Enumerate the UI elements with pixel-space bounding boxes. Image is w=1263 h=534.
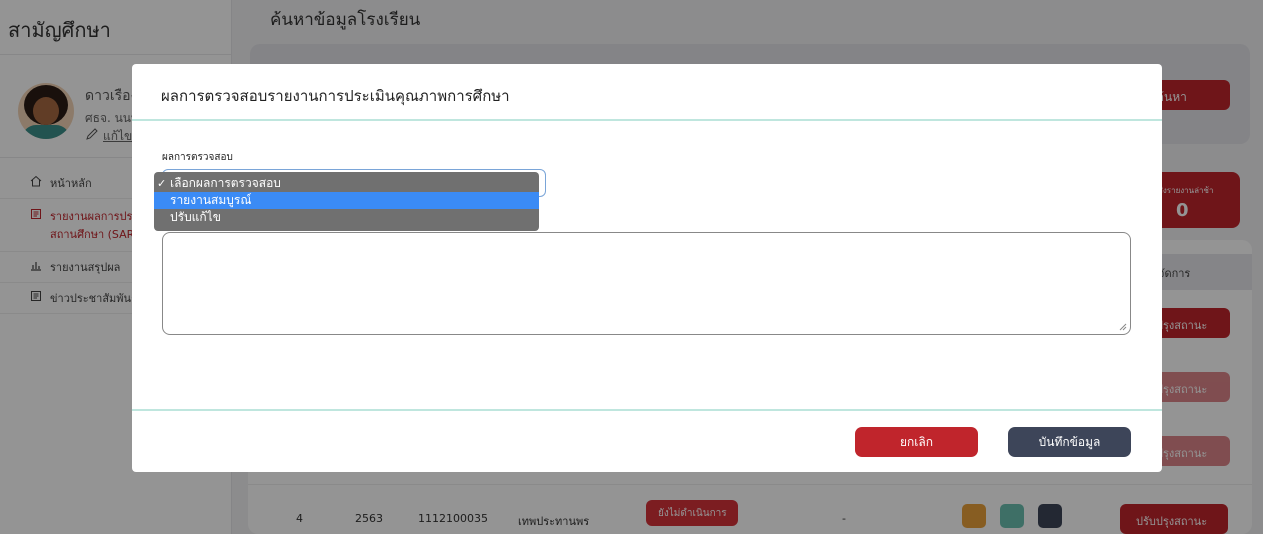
review-result-modal: ผลการตรวจสอบรายงานการประเมินคุณภาพการศึก… — [132, 64, 1162, 472]
option-label: ปรับแก้ไข — [170, 210, 221, 224]
resize-grip-icon[interactable] — [1119, 323, 1127, 331]
modal-header: ผลการตรวจสอบรายงานการประเมินคุณภาพการศึก… — [132, 64, 1162, 121]
option-label: รายงานสมบูรณ์ — [170, 193, 252, 207]
review-result-label: ผลการตรวจสอบ — [162, 152, 233, 163]
option-revise[interactable]: ปรับแก้ไข — [154, 209, 539, 226]
option-complete-report[interactable]: รายงานสมบูรณ์ — [154, 192, 539, 209]
modal-title: ผลการตรวจสอบรายงานการประเมินคุณภาพการศึก… — [161, 87, 510, 105]
modal-footer-divider — [132, 409, 1162, 411]
review-result-dropdown[interactable]: ✓ เลือกผลการตรวจสอบ รายงานสมบูรณ์ ปรับแก… — [154, 172, 539, 231]
option-select-result[interactable]: ✓ เลือกผลการตรวจสอบ — [154, 175, 539, 192]
cancel-button[interactable]: ยกเลิก — [855, 427, 978, 457]
option-label: เลือกผลการตรวจสอบ — [170, 176, 281, 190]
save-button[interactable]: บันทึกข้อมูล — [1008, 427, 1131, 457]
comment-textarea[interactable] — [162, 232, 1131, 335]
checkmark-icon: ✓ — [157, 177, 167, 190]
